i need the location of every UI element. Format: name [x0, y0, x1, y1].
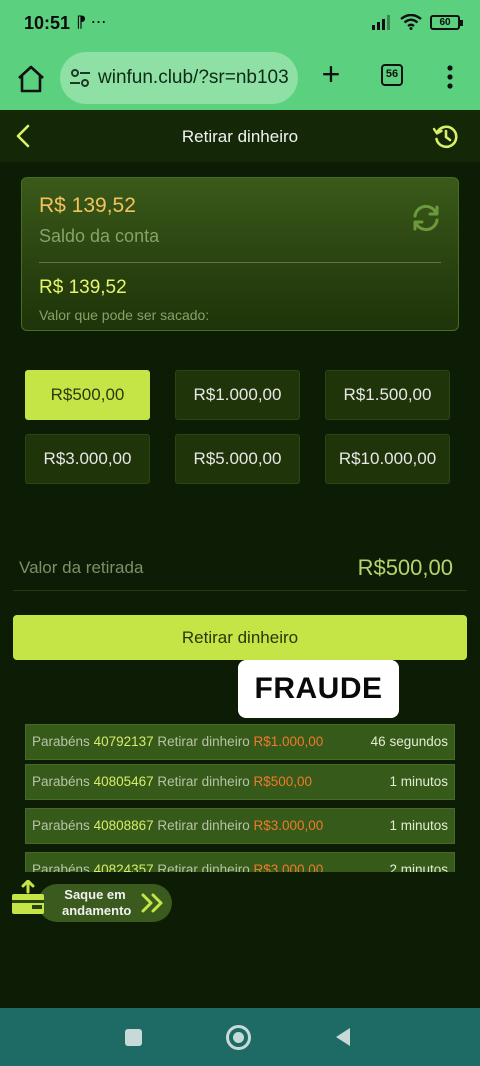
feed-user-id: 40824357	[93, 862, 154, 872]
feed-action: Retirar dinheiro	[157, 774, 250, 789]
amount-option-1000[interactable]: R$1.000,00	[175, 370, 300, 420]
withdraw-button[interactable]: Retirar dinheiro	[13, 615, 467, 660]
withdraw-value-divider	[13, 590, 467, 591]
tab-switcher-button[interactable]: 56	[381, 64, 403, 86]
status-bar: 10:51 ⁋ ⋯ 60	[0, 0, 480, 48]
app-header: Retirar dinheiro	[0, 110, 480, 162]
double-chevron-right-icon	[141, 893, 163, 913]
withdrawable-amount: R$ 139,52	[39, 277, 127, 298]
history-clock-icon[interactable]	[432, 123, 460, 151]
feed-row: Parabéns 40792137 Retirar dinheiro R$1.0…	[25, 724, 455, 760]
balance-card: R$ 139,52 Saldo da conta R$ 139,52 Valor…	[21, 177, 459, 331]
back-triangle-icon[interactable]	[334, 1026, 352, 1048]
withdrawal-feed: Parabéns 40792137 Retirar dinheiro R$1.0…	[25, 724, 455, 872]
refresh-icon[interactable]	[410, 202, 442, 234]
feed-user-id: 40808867	[93, 818, 154, 833]
feed-time: 1 minutos	[389, 818, 448, 833]
feed-time: 46 segundos	[370, 734, 448, 749]
in-progress-label: Saque em andamento	[62, 887, 132, 918]
feed-prefix: Parabéns	[32, 862, 90, 872]
amount-option-1500[interactable]: R$1.500,00	[325, 370, 450, 420]
feed-prefix: Parabéns	[32, 734, 90, 749]
feed-user-id: 40805467	[93, 774, 154, 789]
feed-action: Retirar dinheiro	[157, 862, 250, 872]
status-time: 10:51	[24, 13, 71, 33]
feed-action: Retirar dinheiro	[157, 734, 250, 749]
account-balance-label: Saldo da conta	[39, 226, 160, 246]
status-right-icons: 60	[372, 14, 463, 30]
new-tab-plus-icon[interactable]: +	[316, 58, 346, 90]
feed-amount: R$1.000,00	[253, 734, 324, 749]
feed-user-id: 40792137	[93, 734, 154, 749]
wifi-icon	[400, 14, 422, 30]
feed-prefix: Parabéns	[32, 774, 90, 789]
feed-action: Retirar dinheiro	[157, 818, 250, 833]
home-icon[interactable]	[14, 62, 48, 96]
system-nav-bar	[0, 1008, 480, 1066]
page-title: Retirar dinheiro	[181, 127, 299, 146]
card-divider	[39, 262, 441, 263]
withdraw-value-label: Valor da retirada	[19, 558, 144, 577]
feed-time: 1 minutos	[389, 774, 448, 789]
browser-menu-icon[interactable]	[440, 62, 460, 92]
recent-apps-button[interactable]	[125, 1029, 142, 1046]
withdrawable-label: Valor que pode ser sacado:	[39, 307, 210, 323]
amount-option-10000[interactable]: R$10.000,00	[325, 434, 450, 484]
site-settings-icon[interactable]	[68, 66, 92, 90]
fraud-overlay-label: FRAUDE	[238, 660, 399, 718]
amount-option-5000[interactable]: R$5.000,00	[175, 434, 300, 484]
wallet-upload-icon	[12, 880, 44, 914]
feed-row: Parabéns 40805467 Retirar dinheiro R$500…	[25, 764, 455, 800]
feed-amount: R$3.000,00	[253, 862, 324, 872]
feed-amount: R$3.000,00	[253, 818, 324, 833]
signal-icon	[372, 15, 390, 30]
withdraw-value-amount[interactable]: R$500,00	[358, 555, 453, 581]
feed-prefix: Parabéns	[32, 818, 90, 833]
browser-toolbar: winfun.club/?sr=nb103 + 56	[0, 48, 480, 110]
home-button[interactable]	[226, 1025, 251, 1050]
withdrawal-in-progress-button[interactable]: Saque em andamento	[38, 884, 172, 922]
account-balance: R$ 139,52	[39, 194, 136, 217]
feed-row: Parabéns 40808867 Retirar dinheiro R$3.0…	[25, 808, 455, 844]
feed-time: 2 minutos	[389, 862, 448, 872]
amount-option-500[interactable]: R$500,00	[25, 370, 150, 420]
feed-amount: R$500,00	[253, 774, 313, 789]
notification-icons: ⁋ ⋯	[76, 14, 107, 31]
url-text: winfun.club/?sr=nb103	[98, 67, 289, 88]
address-bar[interactable]: winfun.club/?sr=nb103	[60, 52, 298, 104]
battery-icon: 60	[430, 14, 463, 30]
feed-row: Parabéns 40824357 Retirar dinheiro R$3.0…	[25, 852, 455, 872]
amount-option-3000[interactable]: R$3.000,00	[25, 434, 150, 484]
